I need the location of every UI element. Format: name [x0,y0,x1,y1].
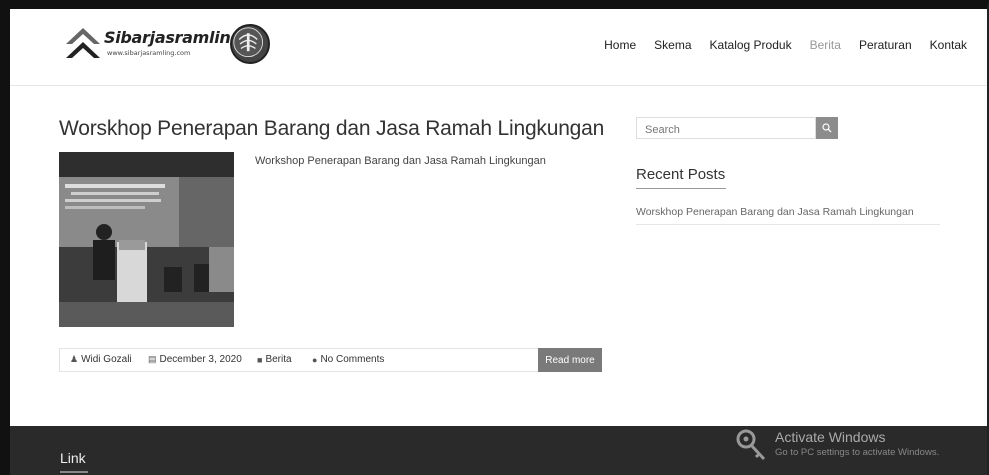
activate-windows-title: Activate Windows [775,429,886,445]
footer-link-title: Link [60,450,86,466]
calendar-icon: ▤ [148,354,157,364]
chevron-up-logo-icon [66,28,100,58]
search-button[interactable] [816,117,838,139]
read-more-button[interactable]: Read more [538,348,602,372]
search-input[interactable] [637,120,815,140]
nav-katalog-produk[interactable]: Katalog Produk [710,38,792,52]
post-thumbnail[interactable] [59,152,234,327]
key-icon [736,429,766,461]
logo-url: www.sibarjasramling.com [107,49,191,57]
post-comments[interactable]: ● No Comments [312,354,384,365]
post-meta-bar: ♟ Widi Gozali ▤ December 3, 2020 ■ Berit… [59,348,602,372]
post-title[interactable]: Worskhop Penerapan Barang dan Jasa Ramah… [59,117,604,141]
post-date[interactable]: ▤ December 3, 2020 [148,354,242,365]
nav-home[interactable]: Home [604,38,636,52]
nav-kontak[interactable]: Kontak [930,38,967,52]
post-author-label: Widi Gozali [81,354,132,365]
post-comments-label: No Comments [320,354,385,365]
post-author[interactable]: ♟ Widi Gozali [70,354,132,365]
post-category-label: Berita [265,354,292,365]
user-icon: ♟ [70,354,79,364]
recent-posts-underline [636,188,726,189]
search-icon [822,123,832,133]
nav-peraturan[interactable]: Peraturan [859,38,912,52]
folder-icon: ■ [257,354,263,365]
logo-title: Sibarjasramling [104,28,242,47]
activate-windows-watermark: Activate Windows Go to PC settings to ac… [735,428,975,468]
footer-title-underline [60,471,88,473]
post-category[interactable]: ■ Berita [257,354,292,365]
activate-windows-subtitle: Go to PC settings to activate Windows. [775,447,940,458]
post-excerpt: Workshop Penerapan Barang dan Jasa Ramah… [255,155,546,167]
ministry-seal-icon [230,24,270,64]
main-nav: Home Skema Katalog Produk Berita Peratur… [586,38,967,52]
site-header: Sibarjasramling www.sibarjasramling.com … [10,10,987,86]
recent-posts-divider [636,224,940,225]
nav-berita[interactable]: Berita [810,38,841,52]
search-box [636,117,816,140]
site-logo[interactable]: Sibarjasramling www.sibarjasramling.com [64,24,274,70]
recent-posts-title: Recent Posts [636,166,726,183]
photo-thumbnail-icon [59,152,234,327]
post-date-label: December 3, 2020 [159,354,242,365]
comment-icon: ● [312,354,318,365]
recent-post-link[interactable]: Worskhop Penerapan Barang dan Jasa Ramah… [636,206,914,218]
nav-skema[interactable]: Skema [654,38,691,52]
